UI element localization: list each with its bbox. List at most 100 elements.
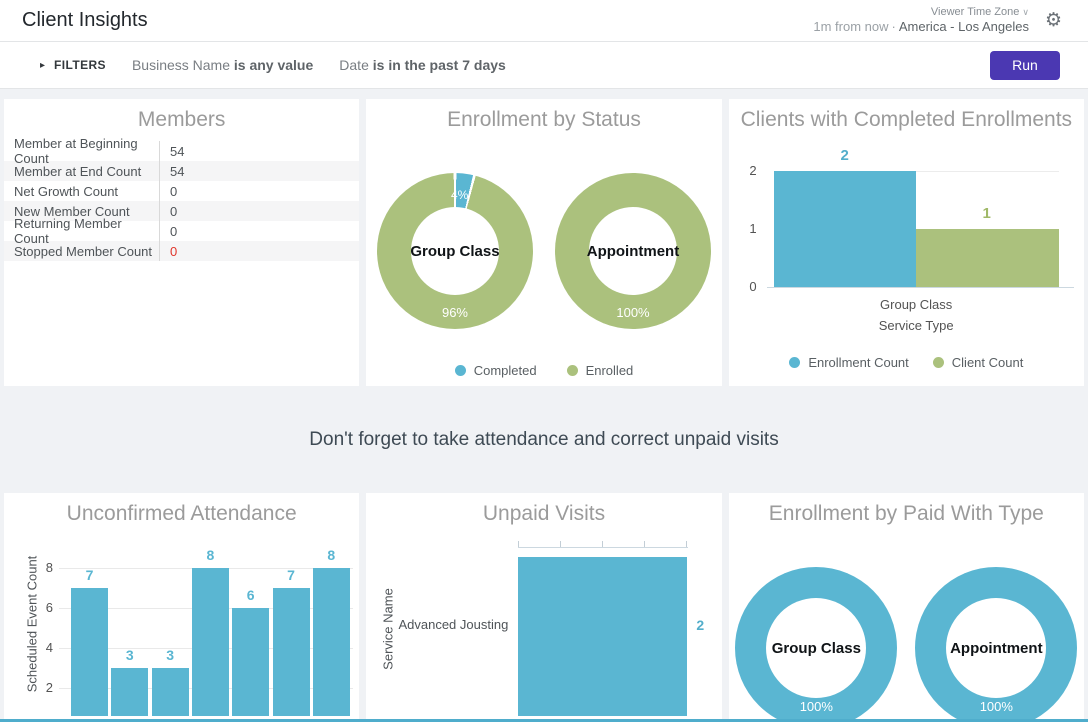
y-tick-label: 4 [31, 640, 53, 655]
bar[interactable] [192, 568, 229, 716]
timezone-selector-label: Viewer Time Zone [931, 6, 1019, 20]
tile-title-members: Members [4, 99, 359, 132]
y-tick-label: 2 [737, 163, 757, 178]
chevron-down-icon: ∨ [1022, 7, 1029, 18]
dashboard-body: Members Member at Beginning Count 54 Mem… [0, 89, 1088, 721]
legend-label: Completed [474, 363, 537, 378]
table-row: Returning Member Count 0 [4, 221, 359, 241]
filters-toggle[interactable]: ▸ FILTERS [40, 58, 106, 72]
dot-separator: · [889, 19, 899, 34]
x-axis-line [518, 547, 688, 548]
bar-value-label: 2 [696, 617, 704, 633]
y-category-label: Advanced Jousting [390, 617, 508, 632]
bar[interactable] [232, 608, 269, 716]
legend-dot [455, 365, 466, 376]
chart-legend: Completed Enrolled [366, 363, 721, 378]
page-title: Client Insights [22, 9, 148, 32]
timezone-value: America - Los Angeles [899, 19, 1029, 34]
bar-value-label: 2 [774, 147, 916, 164]
row-value[interactable]: 0 [160, 224, 177, 239]
tile-enrollment-by-status: Enrollment by Status 4% 96% Group Class … [366, 99, 721, 386]
bar-value-label: 3 [111, 647, 148, 663]
tile-unconfirmed-attendance: Unconfirmed Attendance Scheduled Event C… [4, 493, 359, 721]
bar-client-count[interactable] [916, 229, 1059, 287]
y-tick-label: 2 [31, 680, 53, 695]
bar[interactable] [152, 668, 189, 716]
tile-title-unconfirmed-attendance: Unconfirmed Attendance [4, 493, 359, 526]
tile-enrollment-by-paid-with-type: Enrollment by Paid With Type 100% Group … [729, 493, 1084, 721]
donut-group-class[interactable]: 100% Group Class [735, 567, 897, 721]
filter-field: Date [339, 57, 369, 73]
donut-center-label: Appointment [915, 567, 1077, 721]
tile-title-enrollment-by-status: Enrollment by Status [366, 99, 721, 132]
timezone-selector[interactable]: Viewer Time Zone ∨ [813, 6, 1029, 20]
donut-center-label: Group Class [377, 173, 533, 329]
bar-advanced-jousting[interactable] [518, 557, 687, 716]
bar[interactable] [111, 668, 148, 716]
legend-label: Enrolled [586, 363, 634, 378]
row-value[interactable]: 54 [160, 144, 184, 159]
legend-label: Client Count [952, 355, 1024, 370]
bar-value-label: 1 [916, 205, 1058, 222]
y-tick-label: 8 [31, 560, 53, 575]
row-label: Member at End Count [4, 161, 160, 181]
dashboard-header: Client Insights Viewer Time Zone ∨ 1m fr… [0, 0, 1088, 42]
donut-row: 100% Group Class 100% Appointment [729, 567, 1084, 721]
tile-title-paid-with-type: Enrollment by Paid With Type [729, 493, 1084, 526]
row-value[interactable]: 54 [160, 164, 184, 179]
triangle-right-icon: ▸ [40, 60, 45, 71]
row-label: Net Growth Count [4, 181, 160, 201]
row-value[interactable]: 0 [160, 204, 177, 219]
chart-legend: Enrollment Count Client Count [729, 355, 1084, 370]
bar-enrollment-count[interactable] [774, 171, 916, 287]
filters-label: FILTERS [54, 58, 106, 72]
bar-value-label: 3 [152, 647, 189, 663]
legend-item-enrolled[interactable]: Enrolled [567, 363, 634, 378]
donut-group-class[interactable]: 4% 96% Group Class [377, 173, 533, 329]
gear-icon[interactable]: ⚙ [1045, 11, 1062, 30]
run-button[interactable]: Run [990, 51, 1060, 80]
table-row: Net Growth Count 0 [4, 181, 359, 201]
row-value[interactable]: 0 [160, 184, 177, 199]
filter-condition: is in the past 7 days [373, 57, 506, 73]
donut-appointment[interactable]: 100% Appointment [915, 567, 1077, 721]
table-row: Member at End Count 54 [4, 161, 359, 181]
bar-value-label: 8 [313, 547, 350, 563]
x-axis-line [767, 287, 1074, 288]
y-axis-title: Scheduled Event Count [25, 556, 40, 693]
legend-item-enrollment-count[interactable]: Enrollment Count [789, 355, 908, 370]
bar-value-label: 7 [71, 567, 108, 583]
bar[interactable] [71, 588, 108, 716]
bar-value-label: 8 [192, 547, 229, 563]
tile-members: Members Member at Beginning Count 54 Mem… [4, 99, 359, 386]
donut-appointment[interactable]: 100% Appointment [555, 173, 711, 329]
bar[interactable] [273, 588, 310, 716]
legend-item-completed[interactable]: Completed [455, 363, 537, 378]
row-label: Stopped Member Count [4, 241, 160, 261]
legend-dot [789, 357, 800, 368]
bar-value-label: 6 [232, 587, 269, 603]
reminder-banner: Don't forget to take attendance and corr… [4, 386, 1084, 493]
filter-field: Business Name [132, 57, 230, 73]
refresh-countdown: 1m from now [813, 19, 888, 34]
members-table: Member at Beginning Count 54 Member at E… [4, 141, 359, 261]
donut-row: 4% 96% Group Class 100% Appointment [366, 173, 721, 329]
legend-item-client-count[interactable]: Client Count [933, 355, 1024, 370]
donut-center-label: Appointment [555, 173, 711, 329]
filter-condition: is any value [234, 57, 313, 73]
row-label: Member at Beginning Count [4, 141, 160, 161]
y-tick-label: 6 [31, 600, 53, 615]
bar[interactable] [313, 568, 350, 716]
legend-dot [567, 365, 578, 376]
y-tick-label: 1 [737, 221, 757, 236]
filter-business-name[interactable]: Business Name is any value [132, 57, 313, 73]
refresh-status: 1m from now·America - Los Angeles [813, 19, 1029, 35]
row-value-negative[interactable]: 0 [160, 244, 177, 259]
x-category-label: Group Class [774, 297, 1059, 312]
y-tick-label: 0 [737, 279, 757, 294]
row-label: Returning Member Count [4, 221, 160, 241]
donut-center-label: Group Class [735, 567, 897, 721]
legend-dot [933, 357, 944, 368]
filter-date[interactable]: Date is in the past 7 days [339, 57, 506, 73]
tile-clients-with-completed-enrollments: Clients with Completed Enrollments 012 2… [729, 99, 1084, 386]
